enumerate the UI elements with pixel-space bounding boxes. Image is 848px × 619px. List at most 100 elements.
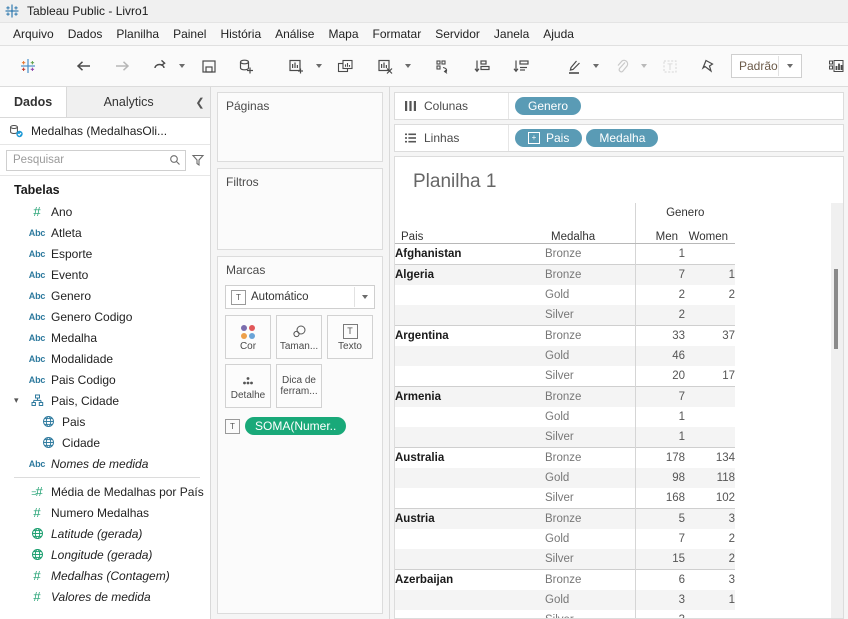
cell-women[interactable]: 134	[685, 447, 735, 468]
cell-women[interactable]: 1	[685, 264, 735, 285]
cell-pais[interactable]	[395, 590, 545, 610]
chevron-left-icon[interactable]: ❮	[190, 87, 210, 117]
menu-arquivo[interactable]: Arquivo	[6, 25, 61, 43]
menu-ajuda[interactable]: Ajuda	[536, 25, 581, 43]
field-modalidade[interactable]: Abc Modalidade	[0, 348, 210, 369]
arrow-left-icon[interactable]	[68, 51, 100, 81]
pill-genero[interactable]: Genero	[515, 97, 582, 115]
paperclip-icon[interactable]	[606, 51, 638, 81]
table-row[interactable]: Silver 2	[395, 305, 735, 326]
field-evento[interactable]: Abc Evento	[0, 264, 210, 285]
cell-medalha[interactable]: Bronze	[545, 508, 635, 529]
table-row[interactable]: Gold 98 118	[395, 468, 735, 488]
cell-medalha[interactable]: Bronze	[545, 447, 635, 468]
table-row[interactable]: Silver 15 2	[395, 549, 735, 570]
table-row[interactable]: Silver3	[395, 610, 735, 618]
cell-pais[interactable]: Azerbaijan	[395, 569, 545, 590]
table-row[interactable]: Gold 1	[395, 407, 735, 427]
paperclip-caret-icon[interactable]	[641, 64, 647, 68]
tableau-sparkle-icon[interactable]	[12, 51, 44, 81]
cell-men[interactable]: 46	[634, 346, 685, 366]
cell-women[interactable]: 2	[685, 549, 735, 570]
marks-detail-button[interactable]: Detalhe	[225, 364, 271, 408]
menu-formatar[interactable]: Formatar	[366, 25, 429, 43]
clear-sheet-caret-icon[interactable]	[405, 64, 411, 68]
cell-medalha[interactable]: Gold	[545, 346, 635, 366]
cell-pais[interactable]	[395, 346, 545, 366]
cell-pais[interactable]	[395, 529, 545, 549]
marks-size-button[interactable]: Taman...	[276, 315, 322, 359]
cell-women[interactable]: 2	[685, 529, 735, 549]
field-atleta[interactable]: Abc Atleta	[0, 222, 210, 243]
save-icon[interactable]	[193, 51, 225, 81]
cell-men[interactable]: 7	[634, 529, 685, 549]
marks-pill-soma-numero[interactable]: SOMA(Numer..	[245, 417, 347, 435]
cell-men[interactable]: 1	[634, 243, 685, 265]
worksheet-title[interactable]: Planilha 1	[395, 157, 843, 203]
cell-men[interactable]: 3	[634, 610, 685, 618]
cell-women[interactable]: 3	[685, 508, 735, 529]
rows-shelf[interactable]: Linhas + Pais Medalha	[394, 124, 844, 152]
cell-pais[interactable]	[395, 468, 545, 488]
cell-pais[interactable]	[395, 549, 545, 570]
columns-shelf[interactable]: Colunas Genero	[394, 92, 844, 120]
highlighter-caret-icon[interactable]	[593, 64, 599, 68]
cell-men[interactable]: 5	[634, 508, 685, 529]
funnel-icon[interactable]	[191, 153, 205, 167]
table-row[interactable]: Algeria Bronze 7 1	[395, 264, 735, 285]
table-row[interactable]: Armenia Bronze 7	[395, 386, 735, 407]
highlighter-icon[interactable]	[558, 51, 590, 81]
header-men[interactable]: Men	[634, 222, 685, 244]
tab-dados[interactable]: Dados	[0, 87, 68, 117]
show-me-icon[interactable]	[821, 51, 848, 81]
cell-men[interactable]: 6	[634, 569, 685, 590]
cell-medalha[interactable]: Gold	[545, 407, 635, 427]
search-input-wrapper[interactable]	[6, 149, 186, 171]
cell-medalha[interactable]: Silver	[545, 488, 635, 509]
field-media-de-medalhas-por-pais[interactable]: # Média de Medalhas por País	[0, 481, 210, 502]
fit-select[interactable]: Padrão	[731, 54, 802, 78]
field-longitude-gerada[interactable]: Longitude (gerada)	[0, 544, 210, 565]
cell-women[interactable]: 118	[685, 468, 735, 488]
cell-men[interactable]: 7	[634, 264, 685, 285]
cell-medalha[interactable]: Gold	[545, 590, 635, 610]
database-plus-icon[interactable]	[230, 51, 262, 81]
field-esporte[interactable]: Abc Esporte	[0, 243, 210, 264]
columns-shelf-drop[interactable]: Genero	[509, 93, 843, 119]
cell-pais[interactable]: Argentina	[395, 325, 545, 346]
cell-men[interactable]: 178	[634, 447, 685, 468]
cell-women[interactable]: 37	[685, 325, 735, 346]
field-genero[interactable]: Abc Genero	[0, 285, 210, 306]
field-latitude-gerada[interactable]: Latitude (gerada)	[0, 523, 210, 544]
mark-type-caret-icon[interactable]	[354, 287, 374, 307]
cell-women[interactable]: 1	[685, 590, 735, 610]
cell-women[interactable]: 17	[685, 366, 735, 387]
table-row[interactable]: Gold 7 2	[395, 529, 735, 549]
swap-axes-icon[interactable]	[428, 51, 460, 81]
table-row[interactable]: Australia Bronze 178 134	[395, 447, 735, 468]
table-row[interactable]: Gold 46	[395, 346, 735, 366]
cell-pais[interactable]: Armenia	[395, 386, 545, 407]
chevron-down-icon[interactable]: ▾	[14, 395, 25, 406]
text-label-icon[interactable]: T	[654, 51, 686, 81]
table-row[interactable]: Gold 3 1	[395, 590, 735, 610]
cell-pais[interactable]	[395, 610, 545, 618]
fit-select-caret-icon[interactable]	[777, 56, 801, 76]
cell-medalha[interactable]: Bronze	[545, 325, 635, 346]
cell-men[interactable]: 1	[634, 427, 685, 448]
cell-women[interactable]: 102	[685, 488, 735, 509]
cell-men[interactable]: 20	[634, 366, 685, 387]
cell-men[interactable]: 168	[634, 488, 685, 509]
marks-text-button[interactable]: T Texto	[327, 315, 373, 359]
cell-medalha[interactable]: Silver	[545, 549, 635, 570]
table-row[interactable]: Gold 2 2	[395, 285, 735, 305]
cell-pais[interactable]	[395, 285, 545, 305]
cell-pais[interactable]	[395, 305, 545, 326]
filters-card[interactable]: Filtros	[217, 168, 383, 250]
field-cidade[interactable]: Cidade	[0, 432, 210, 453]
pin-icon[interactable]	[693, 51, 725, 81]
field-medalhas-contagem[interactable]: # Medalhas (Contagem)	[0, 565, 210, 586]
new-sheet-icon[interactable]	[281, 51, 313, 81]
cell-men[interactable]: 1	[634, 407, 685, 427]
cell-pais[interactable]: Algeria	[395, 264, 545, 285]
